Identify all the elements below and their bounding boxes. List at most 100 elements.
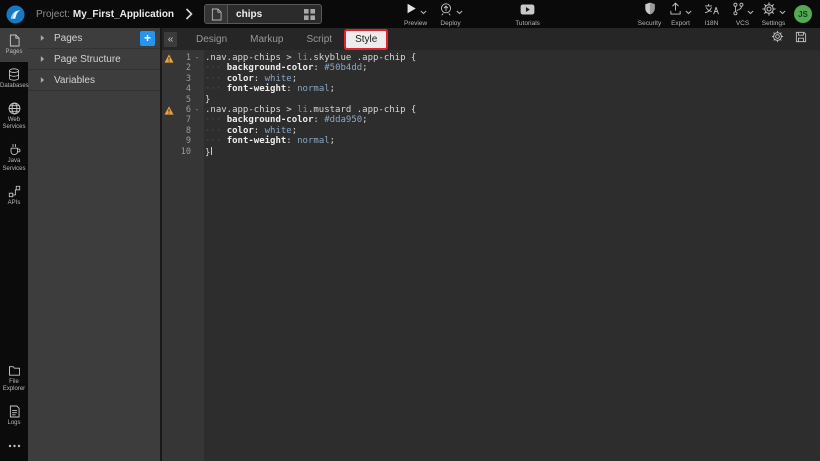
file-icon [205,5,228,23]
code-token: color [227,74,254,84]
tab-script[interactable]: Script [298,31,342,48]
code-token: .nav.app-chips > [205,53,297,63]
topbar-action-label: Export [671,20,690,27]
code-editor[interactable]: 1-.nav.app-chips > li.skyblue .app-chip … [162,50,820,461]
pages-icon [9,34,20,47]
topbar-action-i18n[interactable]: I18N [698,2,725,27]
code-line[interactable]: 1-.nav.app-chips > li.skyblue .app-chip … [162,53,820,63]
editor-tabbar: « Design Markup ScriptStyle [162,28,820,50]
editor-settings-button[interactable] [771,30,784,48]
code-token: : [313,63,324,73]
sidebar-item-file-explorer[interactable]: File Explorer [0,358,28,400]
code-line[interactable]: 8 ··· color: white; [162,126,820,136]
code-token: color [227,126,254,136]
sidebar-item-pages[interactable]: Pages [0,28,28,62]
logs-icon [9,405,20,418]
sidebar-item-label: File Explorer [0,379,28,395]
fold-marker [191,126,203,136]
code-line-text: ··· color: white; [203,126,297,136]
code-token: : [254,74,265,84]
gutter-warning-cell [162,95,176,105]
code-token: } [205,148,210,158]
code-line-text: ··· font-weight: normal; [203,136,335,146]
code-token: ··· [205,84,227,94]
panel-section-label: Variables [54,75,155,86]
code-line[interactable]: 3··· color: white; [162,74,820,84]
sidebar-item-databases[interactable]: Databases [0,62,28,96]
tab-markup[interactable]: Markup [241,31,292,48]
code-token: #dda950 [324,115,362,125]
code-token: : [254,126,265,136]
web-services-icon [8,102,21,115]
panel-section-pages[interactable]: Pages+ [28,28,160,49]
gutter-warning-cell [162,136,176,146]
line-number: 1 [176,53,191,63]
sidebar-bottom-group: File Explorer Logs [0,358,28,461]
code-line[interactable]: 5} [162,95,820,105]
file-tab-chips[interactable]: chips [204,4,322,24]
sidebar-item-label: Databases [0,83,28,91]
sidebar-item-more[interactable] [0,433,28,457]
topbar-action-export[interactable]: Export [667,2,694,27]
code-line[interactable]: 2··· background-color: #50b4dd; [162,63,820,73]
chevron-down-icon [747,2,754,20]
topbar-action-vcs[interactable]: VCS [729,2,756,27]
editor-region: « Design Markup ScriptStyle [160,28,820,461]
code-token: ··· [205,126,227,136]
panel-section-variables[interactable]: Variables [28,70,160,91]
code-line[interactable]: 4··· font-weight: normal; [162,84,820,94]
tab-style[interactable]: Style [346,31,386,48]
code-token: background-color [227,115,314,125]
topbar-action-label: Tutorials [515,20,540,27]
fold-marker[interactable]: - [191,53,203,63]
topbar-action-tutorials[interactable]: Tutorials [514,2,541,27]
panel-section-page-structure[interactable]: Page Structure [28,49,160,70]
save-icon [795,30,807,48]
sidebar-item-web-services[interactable]: Web Services [0,96,28,138]
tabbar-tools [771,30,807,48]
sidebar-item-java-services[interactable]: Java Services [0,137,28,179]
topbar-action-preview[interactable]: Preview [402,2,429,27]
fold-marker [191,115,203,125]
gutter-warning-cell [162,74,176,84]
topbar-action-security[interactable]: Security [636,2,663,27]
code-line[interactable]: 10} [162,147,820,157]
code-token: : [286,84,297,94]
sidebar-item-logs[interactable]: Logs [0,399,28,433]
settings-icon [762,2,776,21]
gutter-warning-cell [162,63,176,73]
i18n-icon-row [704,5,720,18]
code-token: li [297,105,308,115]
topbar-action-settings[interactable]: Settings [760,2,787,27]
code-token: : [286,136,297,146]
line-number: 6 [176,105,191,115]
code-token: ··· [205,115,227,125]
editor-tabs: Design Markup ScriptStyle [187,31,391,48]
tab-design[interactable]: Design [187,31,236,48]
code-token: background-color [227,63,314,73]
code-line[interactable]: 6-.nav.app-chips > li.mustard .app-chip … [162,105,820,115]
code-line[interactable]: 9··· font-weight: normal; [162,136,820,146]
save-button[interactable] [795,30,807,48]
line-number: 8 [176,126,191,136]
code-token: ; [362,63,367,73]
sidebar-item-apis[interactable]: APIs [0,179,28,213]
project-label: Project: [36,9,70,20]
code-token: ; [292,126,297,136]
collapse-panel-button[interactable]: « [164,32,177,47]
code-token: .mustard .app-chip { [308,105,416,115]
add-page-button[interactable]: + [140,31,155,46]
file-tab-label: chips [228,9,304,20]
topbar-right-actions: Security Export I18NVCSSettings [636,2,787,27]
wavemaker-logo-icon[interactable] [6,5,25,24]
line-number: 5 [176,95,191,105]
vcs-icon-row [732,5,754,18]
code-line[interactable]: 7··· background-color: #dda950; [162,115,820,125]
databases-icon [8,68,20,81]
user-avatar[interactable]: JS [794,5,812,23]
fold-marker [191,74,203,84]
sidebar: Pages Databases Web ServicesJava ServicesA… [0,28,28,461]
topbar-action-deploy[interactable]: Deploy [437,2,464,27]
fold-marker[interactable]: - [191,105,203,115]
grid-icon[interactable] [304,9,315,20]
